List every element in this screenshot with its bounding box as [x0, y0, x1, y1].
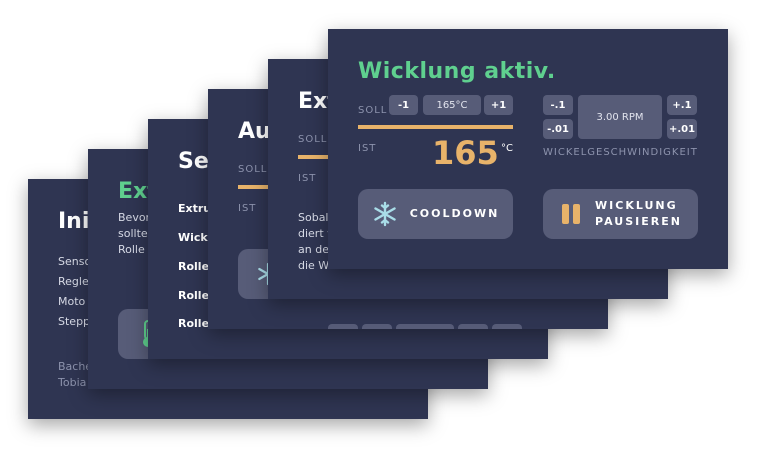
settings-item-4[interactable]: Rolle	[178, 289, 209, 302]
cooldown-button[interactable]: COOLDOWN	[358, 189, 513, 239]
init-line-3: Moto	[58, 295, 86, 308]
heating-hidden-control-1[interactable]	[328, 324, 358, 329]
extruder-info-line-3: Rolle	[118, 243, 145, 256]
settings-item-3[interactable]: Rolle	[178, 260, 209, 273]
heating-hidden-control-4[interactable]	[492, 324, 522, 329]
temp-plus-button[interactable]: +1	[484, 95, 513, 115]
init-title: Ini	[58, 209, 90, 234]
speed-plus-0-01-button[interactable]: +.01	[667, 119, 697, 139]
heating-title: Au	[238, 119, 271, 144]
init-footer-2: Tobia	[58, 376, 87, 389]
extrusion-ist-label: IST	[298, 173, 317, 184]
ist-label: IST	[358, 143, 377, 154]
winding-active-card: Wicklung aktiv. SOLL -1 165°C +1 IST 165…	[328, 29, 728, 269]
settings-item-5[interactable]: Rolle	[178, 317, 209, 330]
snowflake-icon	[373, 201, 396, 227]
pause-label-line-2: PAUSIEREN	[595, 215, 682, 228]
init-line-4: Stepp	[58, 315, 91, 328]
settings-item-1[interactable]: Extru	[178, 202, 211, 215]
extrusion-soll-label: SOLL	[298, 134, 328, 145]
init-footer-1: Bache	[58, 360, 93, 373]
pause-label-line-1: WICKLUNG	[595, 199, 678, 212]
extruder-info-line-1: Bevor	[118, 211, 151, 224]
init-line-1: Senso	[58, 255, 92, 268]
heating-hidden-value	[396, 324, 454, 329]
speed-value: 3.00 RPM	[578, 95, 662, 139]
extrusion-line-4: die W	[298, 259, 330, 272]
speed-minus-0-01-button[interactable]: -.01	[543, 119, 573, 139]
temp-progress-bar	[358, 125, 513, 129]
winding-speed-label: WICKELGESCHWINDIGKEIT	[543, 147, 698, 158]
ist-temperature-unit: °C	[501, 143, 513, 154]
heating-hidden-control-2[interactable]	[362, 324, 392, 329]
speed-plus-0-1-button[interactable]: +.1	[667, 95, 697, 115]
soll-label: SOLL	[358, 105, 388, 116]
temp-minus-button[interactable]: -1	[389, 95, 418, 115]
heating-hidden-control-3[interactable]	[458, 324, 488, 329]
init-line-2: Regle	[58, 275, 89, 288]
speed-minus-0-1-button[interactable]: -.1	[543, 95, 573, 115]
extrusion-line-1: Sobal	[298, 211, 329, 224]
temp-setpoint-value: 165°C	[423, 95, 481, 115]
pause-icon	[562, 204, 581, 224]
ist-temperature-value: 165	[432, 134, 499, 172]
winding-title: Wicklung aktiv.	[358, 59, 556, 84]
cooldown-label: COOLDOWN	[409, 207, 500, 220]
pause-winding-button[interactable]: WICKLUNG PAUSIEREN	[543, 189, 698, 239]
heating-ist-label: IST	[238, 203, 257, 214]
extrusion-line-3: an de	[298, 243, 329, 256]
heating-soll-label: SOLL	[238, 164, 268, 175]
settings-item-2[interactable]: Wick	[178, 231, 208, 244]
